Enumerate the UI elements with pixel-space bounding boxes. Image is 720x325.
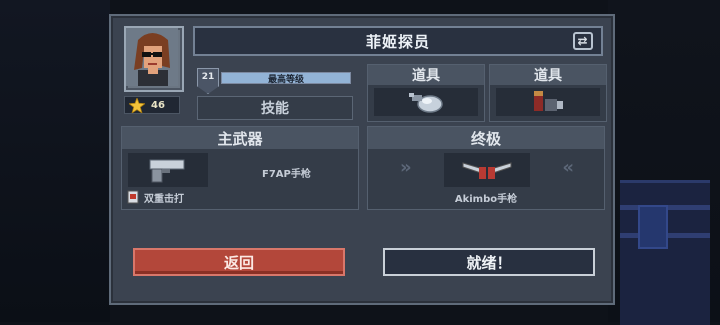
item-slot-1-box: [374, 88, 478, 116]
ultimate-right-chevron-icon: «: [562, 157, 574, 178]
star-count-value: 46: [151, 99, 165, 111]
skills-label: 技能: [261, 101, 289, 117]
ultimate-weapon-row: Akimbo手枪: [368, 189, 604, 205]
primary-weapon-perk-label: 双重击打: [144, 193, 184, 205]
primary-weapon-perk: 双重击打: [126, 189, 358, 205]
star-icon: [129, 97, 145, 113]
back-button-label: 返回: [223, 253, 254, 272]
ammo-icon: [534, 91, 563, 111]
level-number: 21: [201, 72, 215, 82]
level-badge: 21: [197, 68, 219, 94]
grenade-icon: [409, 93, 443, 113]
primary-weapon-name: F7AP手枪: [262, 169, 311, 180]
ready-button-label: 就绪！: [466, 253, 512, 272]
swap-character-icon[interactable]: ⇄: [573, 32, 593, 50]
item-slot-1-label: 道具: [368, 65, 484, 85]
character-name-bar: 菲姬探员 ⇄: [193, 26, 603, 56]
character-portrait[interactable]: [124, 26, 184, 92]
background-left: [0, 0, 110, 322]
perk-icon: [127, 190, 139, 204]
ready-button[interactable]: 就绪！: [383, 248, 595, 276]
primary-weapon-slot: [128, 153, 208, 187]
item-slot-2-label: 道具: [490, 65, 606, 85]
item-slot-2[interactable]: 道具: [489, 64, 607, 122]
ultimate-slot: [444, 153, 530, 187]
ultimate-left-chevron-icon: »: [400, 157, 412, 178]
agent-portrait-icon: [126, 28, 178, 86]
primary-weapon-card[interactable]: 主武器 F7AP手枪 双重击打: [121, 126, 359, 210]
character-panel: 46 菲姬探员 ⇄ 21 最高等级 技能 道具 道具 主武器 F7AP手枪 双重…: [109, 14, 615, 305]
ultimate-header: 终极: [368, 127, 604, 149]
item-slot-2-box: [496, 88, 600, 116]
item-slot-1[interactable]: 道具: [367, 64, 485, 122]
background-window: [638, 205, 668, 249]
level-label: 最高等级: [267, 75, 304, 85]
pistol-icon: [149, 159, 185, 183]
ultimate-weapon-name: Akimbo手枪: [454, 193, 518, 205]
back-button[interactable]: 返回: [133, 248, 345, 276]
character-name: 菲姬探员: [365, 32, 430, 51]
ultimate-card[interactable]: 终极 » « Akimbo手枪: [367, 126, 605, 210]
level-progress-bar: 最高等级: [221, 72, 351, 85]
primary-weapon-header: 主武器: [122, 127, 358, 149]
background-building: [620, 180, 710, 325]
skills-button[interactable]: 技能: [197, 96, 353, 120]
star-count: 46: [124, 96, 180, 114]
dual-pistols-icon: [462, 162, 512, 179]
